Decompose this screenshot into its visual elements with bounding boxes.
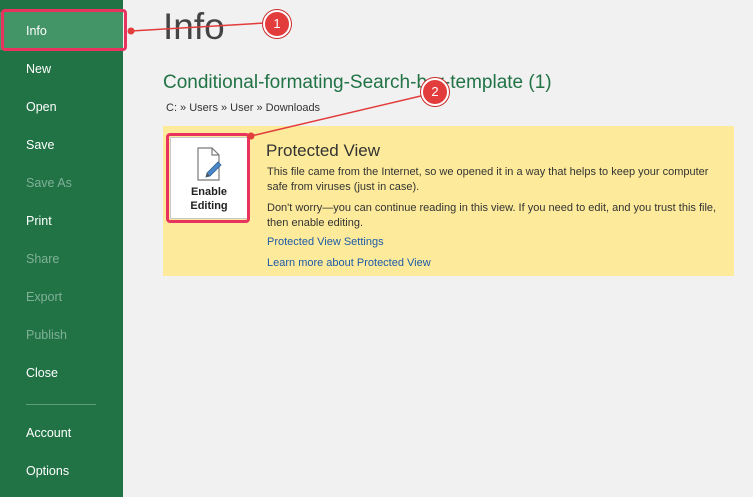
nav-item-save-as: Save As bbox=[26, 176, 72, 190]
protected-view-heading: Protected View bbox=[266, 141, 381, 160]
callout-badge-2: 2 bbox=[421, 78, 449, 106]
nav-item-print[interactable]: Print bbox=[0, 202, 123, 240]
enable-editing-highlight-box bbox=[166, 133, 250, 223]
nav-item-options[interactable]: Options bbox=[0, 452, 123, 490]
nav-item-share: Share bbox=[26, 252, 60, 266]
nav-item-close[interactable]: Close bbox=[0, 354, 123, 392]
nav-item-open[interactable]: Open bbox=[0, 88, 123, 126]
nav-item-export: Export bbox=[26, 290, 63, 304]
nav-item-publish: Publish bbox=[26, 328, 67, 342]
protected-view-advice: Don't worry—you can continue reading in … bbox=[267, 202, 717, 229]
nav-item-save[interactable]: Save bbox=[0, 126, 123, 164]
info-highlight-box bbox=[1, 9, 127, 51]
protected-view-settings-link[interactable]: Protected View Settings bbox=[267, 236, 384, 248]
nav-item-new[interactable]: New bbox=[0, 50, 123, 88]
page-title: Info bbox=[163, 6, 225, 47]
learn-more-protected-view-link[interactable]: Learn more about Protected View bbox=[267, 257, 431, 269]
breadcrumb[interactable]: C: » Users » User » Downloads bbox=[166, 102, 320, 114]
protected-view-description: This file came from the Internet, so we … bbox=[267, 166, 709, 193]
sidebar-divider bbox=[26, 404, 96, 405]
document-name: Conditional-formating-Search-bar-templat… bbox=[163, 72, 552, 93]
callout-badge-1: 1 bbox=[263, 10, 291, 38]
backstage-sidebar: Info New Open Save Save As Print Share E… bbox=[0, 0, 123, 497]
nav-item-account[interactable]: Account bbox=[0, 414, 123, 452]
